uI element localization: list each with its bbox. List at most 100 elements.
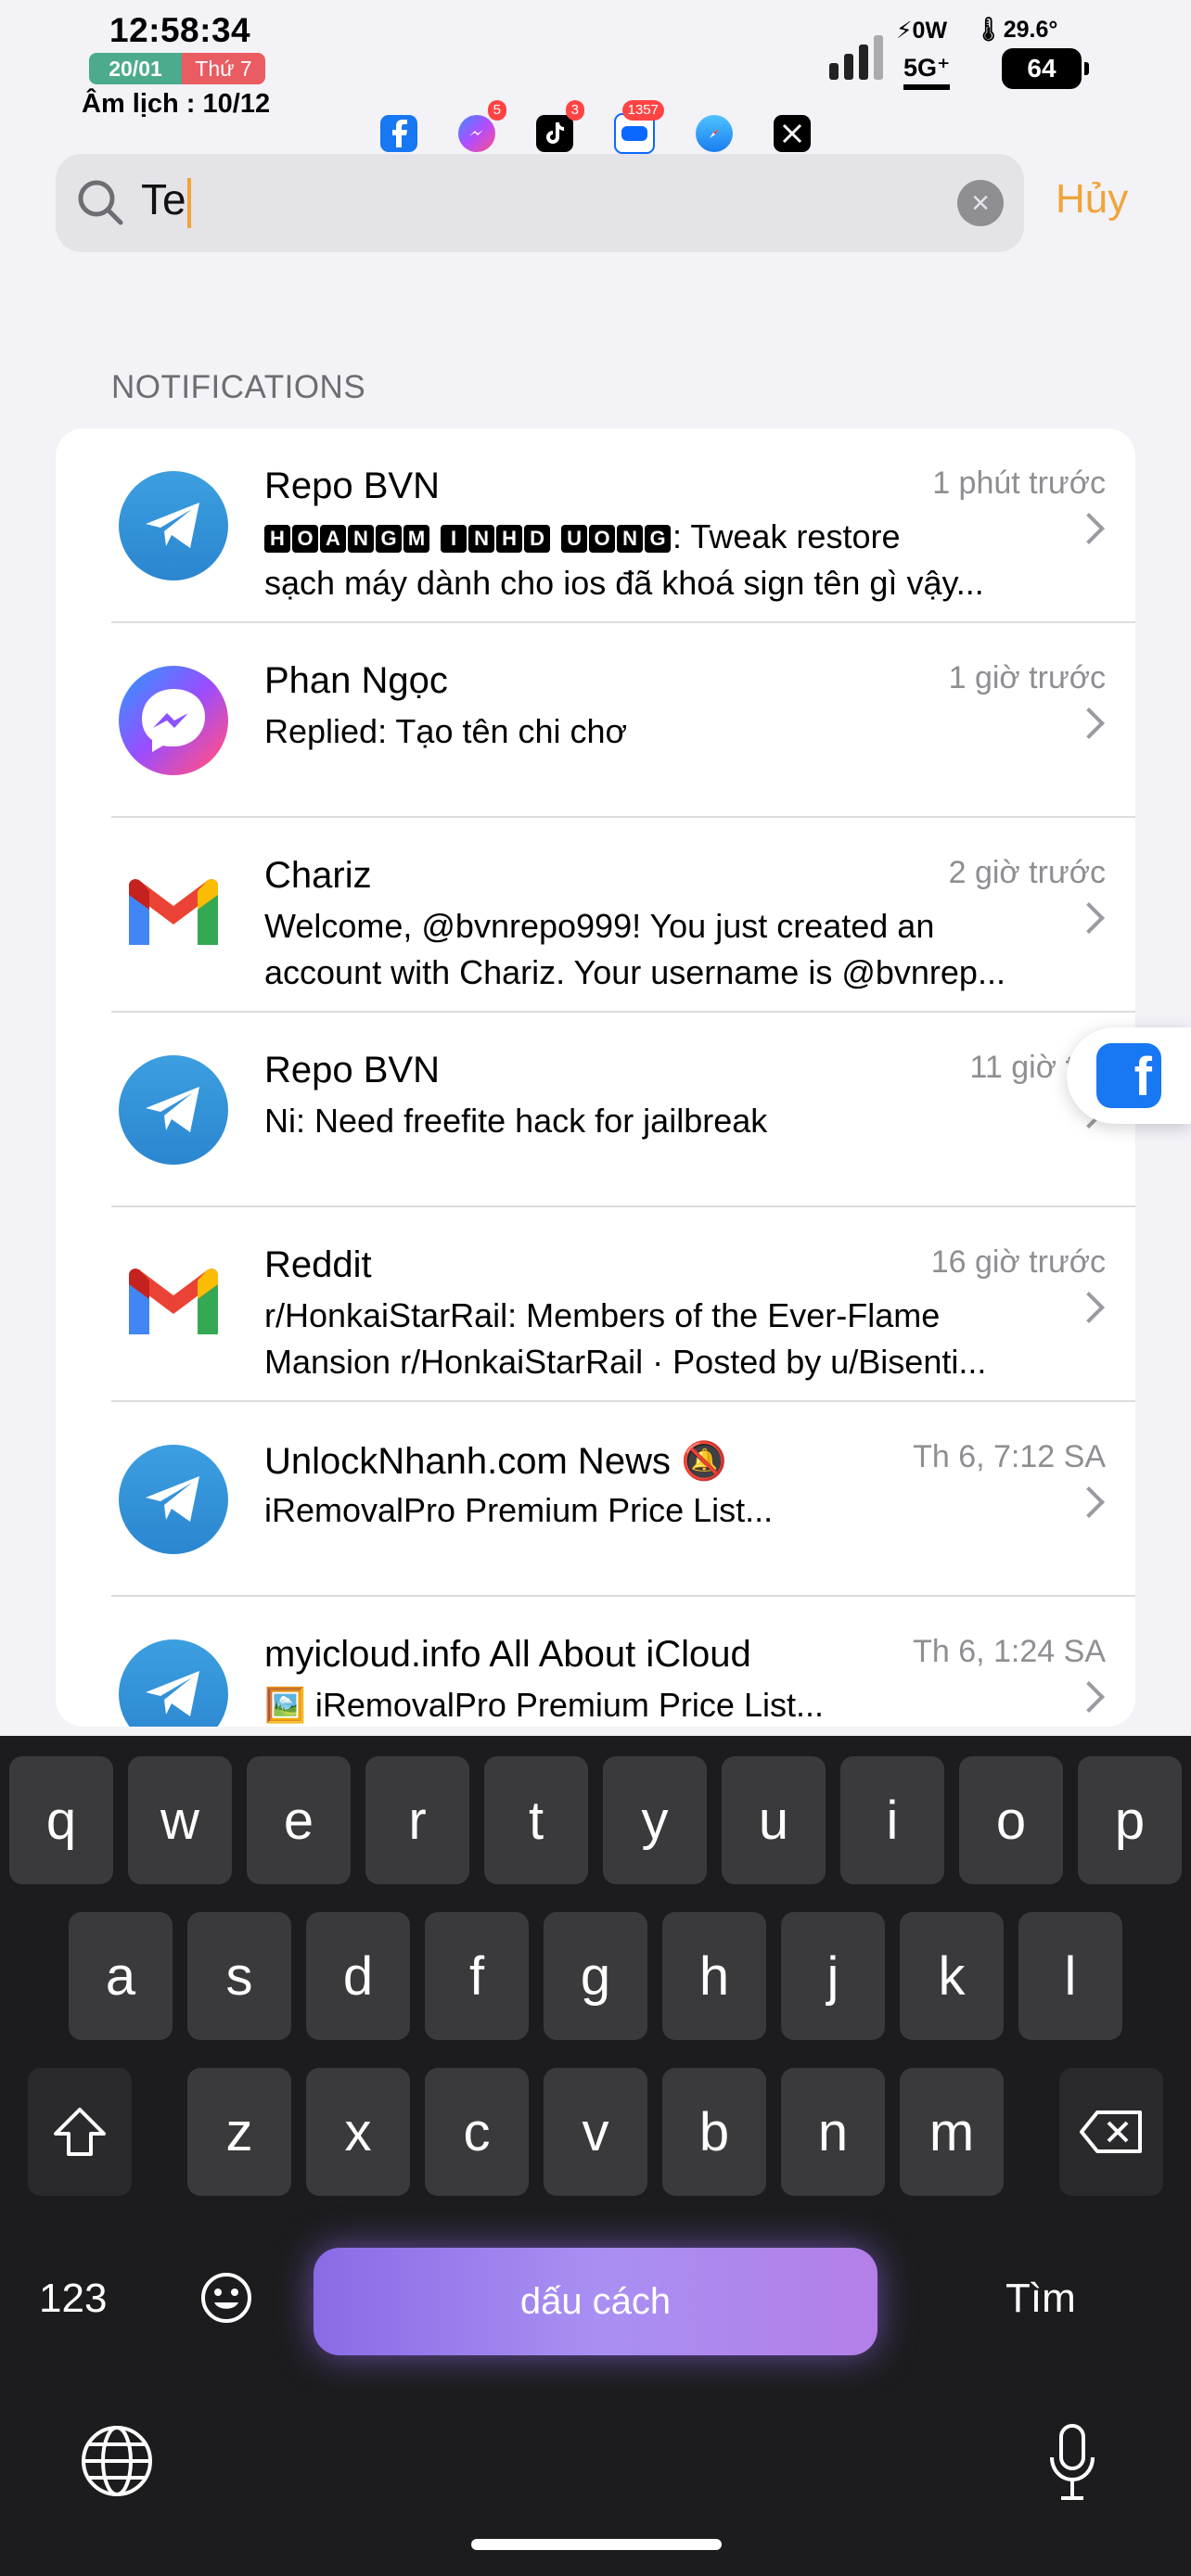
text-caret — [186, 177, 191, 228]
notification-line1: Ni: Need freefite hack for jailbreak — [264, 1102, 768, 1140]
notification-row[interactable]: UnlockNhanh.com News 🔕 Th 6, 7:12 SA iRe… — [56, 1402, 1135, 1597]
backspace-key[interactable] — [1059, 2068, 1163, 2196]
notification-title: myicloud.info All About iCloud — [264, 1634, 751, 1675]
boxed-letter: H — [264, 525, 290, 554]
notification-line1: Welcome, @bvnrepo999! You just created a… — [264, 907, 935, 945]
clear-search-button[interactable]: × — [957, 180, 1004, 226]
key-c[interactable]: c — [425, 2068, 529, 2196]
notification-row[interactable]: Repo BVN 1 phút trước HOANGM INHD UONG: … — [56, 428, 1135, 623]
key-f[interactable]: f — [425, 1912, 529, 2040]
notification-row[interactable]: myicloud.info All About iCloud Th 6, 1:2… — [56, 1597, 1135, 1727]
notification-row[interactable]: Repo BVN 11 giờ trư Ni: Need freefite ha… — [56, 1013, 1135, 1207]
key-y[interactable]: y — [603, 1756, 707, 1884]
space-key[interactable]: dấu cách — [314, 2248, 877, 2355]
telegram-icon — [119, 1445, 228, 1554]
x-icon — [774, 115, 811, 152]
system-indicators: ⚡0W 🌡29.6° 5G⁺ 64 — [829, 15, 1145, 98]
zalo-badge: 1357 — [621, 100, 664, 121]
notification-time: 16 giờ trước — [930, 1244, 1106, 1280]
floating-facebook-button[interactable]: f — [1067, 1027, 1191, 1124]
globe-key[interactable] — [78, 2422, 156, 2505]
key-t[interactable]: t — [484, 1756, 588, 1884]
key-l[interactable]: l — [1018, 1912, 1122, 2040]
notification-row[interactable]: Phan Ngọc 1 giờ trước Replied: Tạo tên c… — [56, 623, 1135, 818]
search-field[interactable]: Te × — [56, 154, 1024, 252]
boxed-letter: N — [617, 525, 644, 554]
key-g[interactable]: g — [544, 1912, 647, 2040]
notification-time: Th 6, 1:24 SA — [913, 1634, 1106, 1669]
boxed-letter: A — [320, 525, 346, 554]
key-b[interactable]: b — [662, 2068, 766, 2196]
boxed-letter: D — [524, 525, 551, 554]
notification-body: HOANGM INHD UONG: Tweak restore sạch máy… — [264, 514, 1071, 606]
boxed-letter: H — [496, 525, 523, 554]
shift-icon — [54, 2108, 106, 2156]
key-q[interactable]: q — [9, 1756, 113, 1884]
boxed-letter: N — [468, 525, 495, 554]
emoji-key[interactable] — [198, 2270, 254, 2330]
date-pill: 20/01 Thứ 7 — [89, 53, 265, 84]
key-d[interactable]: d — [306, 1912, 410, 2040]
emoji-icon — [201, 2273, 251, 2323]
tiktok-icon: 3 — [536, 100, 584, 152]
key-i[interactable]: i — [840, 1756, 944, 1884]
key-z[interactable]: z — [187, 2068, 291, 2196]
messenger-icon — [119, 666, 228, 775]
search-key[interactable]: Tìm — [1005, 2276, 1076, 2322]
boxed-name: HOANGM INHD UONG — [264, 517, 672, 555]
key-o[interactable]: o — [959, 1756, 1063, 1884]
dictation-key[interactable] — [1046, 2422, 1098, 2510]
notification-title: Repo BVN — [264, 1050, 440, 1090]
messenger-badge: 5 — [487, 100, 506, 121]
cellular-signal-icon — [829, 35, 883, 80]
key-w[interactable]: w — [128, 1756, 232, 1884]
notification-line1: r/HonkaiStarRail: Members of the Ever-Fl… — [264, 1296, 941, 1334]
key-j[interactable]: j — [781, 1912, 885, 2040]
boxed-letter: G — [376, 525, 402, 554]
key-h[interactable]: h — [662, 1912, 766, 2040]
status-bar: 12:58:34 20/01 Thứ 7 Âm lịch : 10/12 5 3… — [0, 0, 1191, 154]
key-m[interactable]: m — [900, 2068, 1004, 2196]
boxed-letter: I — [441, 525, 467, 554]
date-label: 20/01 — [89, 53, 182, 84]
key-k[interactable]: k — [900, 1912, 1004, 2040]
battery-icon: 64 — [1002, 48, 1089, 89]
weekday-label: Thứ 7 — [182, 53, 265, 84]
clock: 12:58:34 — [109, 11, 251, 49]
notification-time: 1 phút trước — [932, 465, 1106, 501]
key-v[interactable]: v — [544, 2068, 647, 2196]
numbers-key[interactable]: 123 — [39, 2276, 107, 2322]
home-indicator — [471, 2539, 722, 2550]
key-a[interactable]: a — [69, 1912, 173, 2040]
microphone-icon — [1050, 2424, 1095, 2500]
key-r[interactable]: r — [365, 1756, 469, 1884]
key-e[interactable]: e — [247, 1756, 351, 1884]
notification-app-icons: 5 3 1357 — [380, 100, 811, 154]
boxed-letter: M — [403, 525, 429, 554]
gmail-icon — [119, 1250, 228, 1359]
notification-row[interactable]: Reddit 16 giờ trước r/HonkaiStarRail: Me… — [56, 1207, 1135, 1402]
notification-title: Reddit — [264, 1244, 372, 1285]
search-icon — [78, 180, 123, 225]
keyboard-row-3: zxcvbnm — [0, 2068, 1191, 2196]
notification-title: Phan Ngọc — [264, 660, 448, 701]
telegram-icon — [119, 1639, 228, 1727]
key-x[interactable]: x — [306, 2068, 410, 2196]
temperature-reading: 🌡29.6° — [974, 17, 1058, 43]
backspace-icon — [1080, 2111, 1142, 2153]
cancel-button[interactable]: Hủy — [1056, 176, 1128, 223]
notification-body: r/HonkaiStarRail: Members of the Ever-Fl… — [264, 1293, 1071, 1385]
key-u[interactable]: u — [722, 1756, 826, 1884]
search-input[interactable]: Te — [141, 174, 191, 228]
notification-body: Welcome, @bvnrepo999! You just created a… — [264, 903, 1071, 996]
notification-title: Chariz — [264, 855, 372, 896]
key-n[interactable]: n — [781, 2068, 885, 2196]
network-type: 5G⁺ — [903, 54, 951, 90]
key-p[interactable]: p — [1078, 1756, 1182, 1884]
notification-line2: Mansion r/HonkaiStarRail · Posted by u/B… — [264, 1343, 987, 1381]
gmail-icon — [119, 861, 228, 970]
notification-row[interactable]: Chariz 2 giờ trước Welcome, @bvnrepo999!… — [56, 818, 1135, 1013]
search-query: Te — [141, 175, 186, 223]
shift-key[interactable] — [28, 2068, 132, 2196]
key-s[interactable]: s — [187, 1912, 291, 2040]
